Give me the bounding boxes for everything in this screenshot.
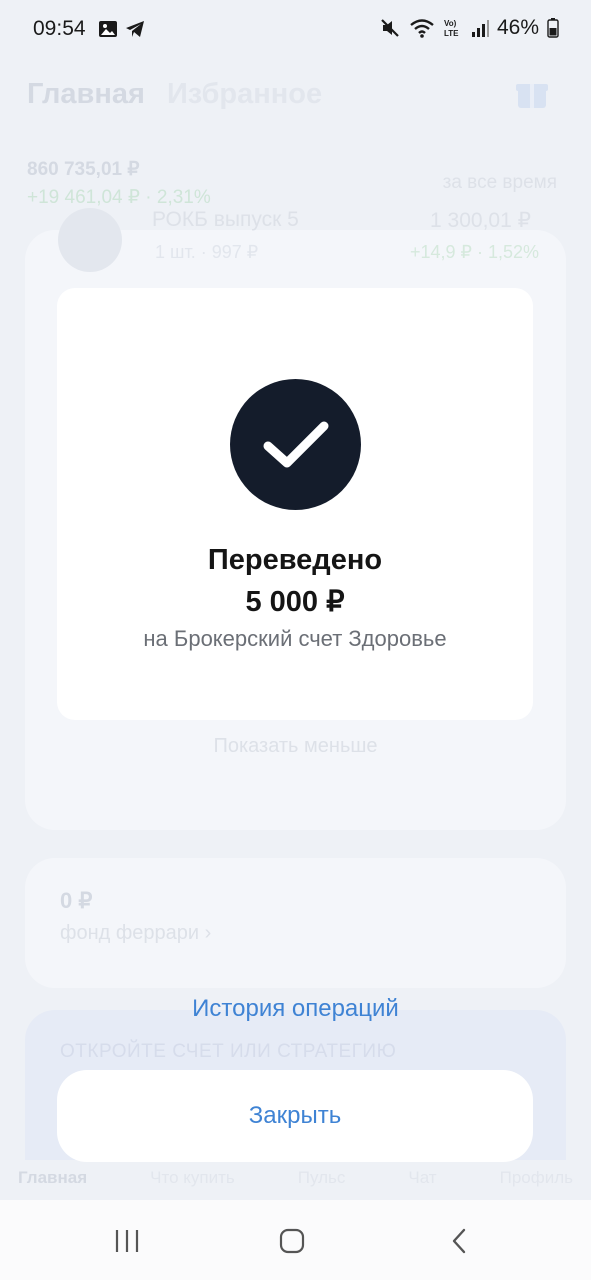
- success-badge: [230, 379, 361, 510]
- security-name: РОКБ выпуск 5: [152, 208, 299, 231]
- portfolio-total: 860 735,01 ₽: [27, 159, 140, 180]
- status-time: 09:54: [33, 17, 86, 40]
- security-qty: 1 шт. · 997 ₽: [155, 242, 259, 262]
- telegram-icon: [126, 21, 144, 37]
- nav-profile: Профиль: [499, 1168, 573, 1187]
- battery-icon: [547, 18, 559, 38]
- transfer-destination: на Брокерский счет Здоровье: [143, 626, 447, 651]
- gift-icon: [516, 84, 548, 108]
- tab-main: Главная: [27, 78, 145, 110]
- status-left-icons: [98, 19, 146, 39]
- period-selector: за все время: [442, 172, 557, 193]
- nav-pulse: Пульс: [297, 1168, 346, 1187]
- system-nav-bar: [0, 1200, 591, 1280]
- battery-percent: 46%: [496, 16, 539, 39]
- status-bar: 09:54 Vo) LTE 46%: [0, 0, 591, 58]
- recent-apps-button[interactable]: [110, 1224, 144, 1258]
- svg-text:Vo): Vo): [444, 19, 457, 28]
- promo-text: ОТКРОЙТЕ СЧЕТ ИЛИ СТРАТЕГИЮ: [60, 1041, 397, 1062]
- home-button[interactable]: [275, 1224, 309, 1258]
- checkmark-icon: [263, 421, 328, 467]
- back-button[interactable]: [442, 1224, 476, 1258]
- back-icon: [452, 1228, 466, 1254]
- security-logo: [58, 208, 122, 272]
- nav-buy: Что купить: [150, 1168, 235, 1187]
- operations-history-link[interactable]: История операций: [0, 995, 591, 1023]
- nav-main: Главная: [18, 1168, 88, 1187]
- status-right-icons: Vo) LTE 46%: [379, 16, 559, 40]
- show-less-link: Показать меньше: [213, 735, 378, 757]
- signal-icon: [471, 20, 489, 37]
- wifi-icon: [410, 19, 434, 38]
- success-dialog: Переведено 5 000 ₽ на Брокерский счет Зд…: [57, 288, 533, 720]
- home-icon: [279, 1228, 305, 1254]
- background-tabs: Главная Избранное: [27, 78, 322, 111]
- transfer-amount: 5 000 ₽: [245, 586, 345, 618]
- mute-icon: [381, 19, 399, 37]
- security-change: +14,9 ₽ · 1,52%: [409, 242, 539, 262]
- recent-apps-icon: [115, 1230, 139, 1252]
- volte-icon: Vo)LTE: [444, 19, 459, 38]
- portfolio-change: +19 461,04 ₽ · 2,31%: [27, 187, 211, 208]
- close-button[interactable]: Закрыть: [57, 1070, 533, 1162]
- tab-favorites: Избранное: [166, 78, 323, 110]
- fund-name: фонд феррари ›: [60, 922, 212, 944]
- fund-value: 0 ₽: [60, 888, 93, 913]
- image-icon: [99, 21, 117, 37]
- dialog-title: Переведено: [207, 544, 383, 576]
- security-value: 1 300,01 ₽: [430, 209, 531, 232]
- svg-text:LTE: LTE: [444, 29, 459, 38]
- nav-chat: Чат: [408, 1168, 437, 1187]
